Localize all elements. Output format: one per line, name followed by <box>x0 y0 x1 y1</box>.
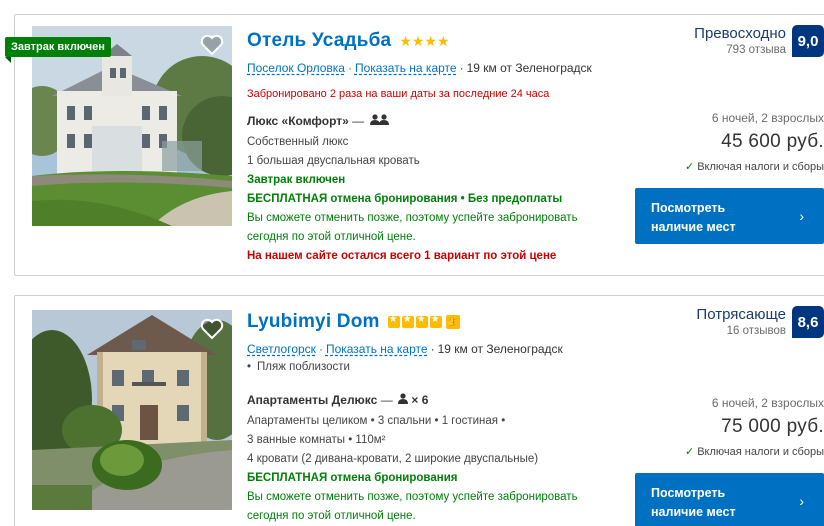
price: 45 600 руб. <box>721 131 824 152</box>
nights-guests: 6 ночей, 2 взрослых <box>711 396 824 410</box>
free-cancellation: БЕСПЛАТНАЯ отмена бронирования <box>247 472 458 485</box>
nights-guests: 6 ночей, 2 взрослых <box>711 111 824 125</box>
cancel-note-2: сегодня по этой отличной цене. <box>247 510 416 523</box>
price-block: 6 ночей, 2 взрослых 45 600 руб. ✓ Включая… <box>685 111 824 173</box>
booked-notice: Забронировано 2 раза на ваши даты за пос… <box>247 88 550 100</box>
star-icon <box>415 314 428 328</box>
hotel-info: Lyubimyi Dom 👍 Светлогорск·Показать на к… <box>247 308 647 526</box>
taxes-note: ✓ Включая налоги и сборы <box>685 161 824 173</box>
chevron-right-icon: › <box>799 208 804 224</box>
hotel-name-link[interactable]: Отель Усадьба <box>247 30 391 52</box>
hotel-info: Отель Усадьба ★★★★ Поселок Орловка · Показ… <box>247 27 647 266</box>
review-count: 16 отзывов <box>726 325 786 337</box>
location-link[interactable]: Поселок Орловка <box>247 61 345 75</box>
room-name[interactable]: Люкс «Комфорт» — <box>247 112 647 131</box>
cancel-note-2: сегодня по этой отличной цене. <box>247 231 416 244</box>
see-availability-button[interactable]: Посмотреть наличие мест › <box>635 188 824 244</box>
show-on-map-link[interactable]: Показать на карте <box>326 342 428 356</box>
location-row: Светлогорск · Показать на карте · 19 км от З… <box>247 342 563 356</box>
bed-detail: 4 кровати (2 дивана-кровати, 2 широкие д… <box>247 453 539 466</box>
review-word: Превосходно <box>694 25 786 42</box>
room-name[interactable]: Апартаменты Делюкс — × 6 <box>247 391 647 410</box>
heart-icon[interactable] <box>200 318 224 340</box>
score-badge: 8,6 <box>792 306 824 338</box>
price-block: 6 ночей, 2 взрослых 75 000 руб. ✓ Включая… <box>685 396 824 458</box>
check-icon: ✓ <box>685 161 695 173</box>
hotel-name-link[interactable]: Lyubimyi Dom <box>247 311 380 333</box>
two-persons-icon <box>369 112 390 131</box>
free-cancellation: БЕСПЛАТНАЯ отмена бронирования • Без пре… <box>247 193 563 206</box>
room-detail: Собственный люкс <box>247 136 349 149</box>
beach-nearby: • Пляж поблизости <box>247 361 350 373</box>
score-badge: 9,0 <box>792 25 824 57</box>
review-score-block[interactable]: Превосходно 793 отзыва 9,0 <box>694 25 824 57</box>
review-word: Потрясающе <box>696 306 786 323</box>
hotel-card: Завтрак включен Отель Усадьба ★★★★ Посел… <box>5 14 824 276</box>
distance-text: 19 км от Зеленоградск <box>466 61 592 75</box>
cancel-note: Вы сможете отменить позже, поэтому успей… <box>247 212 578 225</box>
hotel-card: Lyubimyi Dom 👍 Светлогорск·Показать на к… <box>14 295 824 526</box>
thumbs-up-icon: 👍 <box>445 315 460 329</box>
room-detail-2: 3 ванные комнаты • 110м² <box>247 434 386 447</box>
apartment-rating: 👍 <box>387 314 460 329</box>
chevron-right-icon: › <box>799 493 804 509</box>
review-count: 793 отзыва <box>726 44 786 56</box>
scarcity-notice: На нашем сайте остался всего 1 вариант п… <box>247 250 557 263</box>
distance-text: 19 км от Зеленоградск <box>437 342 563 356</box>
location-link[interactable]: Светлогорск <box>247 342 316 356</box>
cancel-note: Вы сможете отменить позже, поэтому успей… <box>247 491 578 504</box>
taxes-note: ✓ Включая налоги и сборы <box>685 446 824 458</box>
person-icon <box>398 391 409 410</box>
star-icon <box>429 314 442 328</box>
breakfast-ribbon: Завтрак включен <box>5 37 111 63</box>
room-detail: Апартаменты целиком • 3 спальни • 1 гост… <box>247 415 506 428</box>
price: 75 000 руб. <box>721 416 824 437</box>
heart-icon[interactable] <box>200 34 224 56</box>
hotel-photo[interactable] <box>32 310 232 510</box>
show-on-map-link[interactable]: Показать на карте <box>355 61 457 75</box>
star-icon: ★★★★ <box>399 33 450 49</box>
bed-detail: 1 большая двуспальная кровать <box>247 155 420 168</box>
breakfast-included: Завтрак включен <box>247 174 346 187</box>
see-availability-button[interactable]: Посмотреть наличие мест › <box>635 473 824 526</box>
star-icon <box>401 314 414 328</box>
star-icon <box>387 314 400 328</box>
star-rating: ★★★★ <box>399 34 449 48</box>
check-icon: ✓ <box>685 446 695 458</box>
location-row: Поселок Орловка · Показать на карте · 19 км … <box>247 61 592 75</box>
review-score-block[interactable]: Потрясающе 16 отзывов 8,6 <box>696 306 824 338</box>
